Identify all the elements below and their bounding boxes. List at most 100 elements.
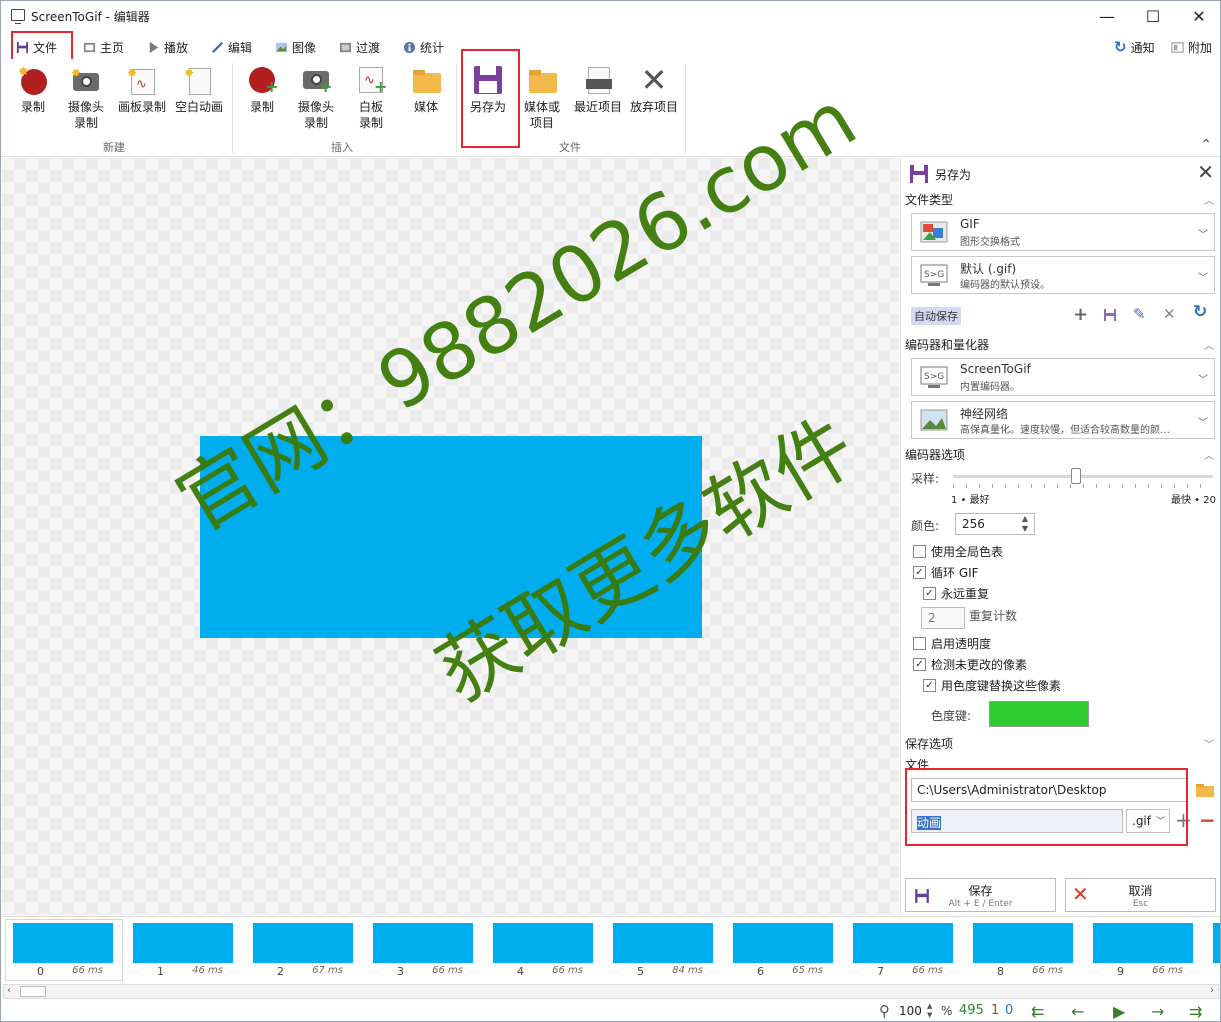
save-preset-icon[interactable] <box>1103 308 1117 322</box>
recent-projects-button[interactable]: 最近项目 <box>571 65 625 139</box>
notify-button[interactable]: ↻ 通知 <box>1114 35 1155 59</box>
frame-thumbnail[interactable]: 2 67 ms <box>253 923 353 978</box>
chroma-color-swatch[interactable] <box>989 701 1089 727</box>
global-palette-checkbox[interactable]: 使用全局色表 <box>913 543 1003 560</box>
scroll-left-icon[interactable]: ‹ <box>7 985 11 996</box>
stepper-arrows-icon[interactable]: ▲ ▼ <box>1022 514 1028 534</box>
extras-button[interactable]: 附加 <box>1171 35 1212 59</box>
detect-unchanged-checkbox[interactable]: ✓ 检测未更改的像素 <box>913 656 1027 673</box>
close-button[interactable]: ✕ <box>1176 1 1220 31</box>
window-title: ScreenToGif - 编辑器 <box>31 10 150 24</box>
section-encoder-options: 编码器选项 <box>905 448 966 462</box>
minimize-button[interactable]: — <box>1084 1 1130 31</box>
frame-thumbnail[interactable]: 4 66 ms <box>493 923 593 978</box>
frame-image <box>733 923 833 963</box>
sampling-slider-thumb[interactable] <box>1071 468 1081 484</box>
sampling-slider-track[interactable] <box>953 475 1213 478</box>
frame-strip: 0 66 ms 1 46 ms 2 67 ms 3 66 ms 4 66 ms 5 84 m… <box>1 916 1220 982</box>
quantizer-sub: 高保真量化。速度较慢，但适合较高数量的颜… <box>960 425 1170 436</box>
frame-image <box>253 923 353 963</box>
chevron-up-icon[interactable]: ︿ <box>1204 337 1214 352</box>
total-frames: 495 <box>959 1003 984 1018</box>
tab-home[interactable]: 主页 <box>83 35 124 59</box>
discard-project-button[interactable]: ✕ 放弃项目 <box>627 64 681 139</box>
tab-edit[interactable]: 编辑 <box>211 35 252 59</box>
checkbox-checked: ✓ <box>913 566 926 579</box>
new-webcam-button[interactable]: ✸ 摄像头 录制 <box>63 65 109 139</box>
new-webcam-label-2: 录制 <box>73 116 98 130</box>
frame-thumbnail[interactable]: 6 65 ms <box>733 923 833 978</box>
collapse-ribbon-icon[interactable]: ⌃ <box>1200 137 1212 153</box>
decrease-number-icon[interactable]: − <box>1199 808 1216 832</box>
tab-stats[interactable]: 统计 <box>403 35 444 59</box>
quantizer-select[interactable]: 神经网络 高保真量化。速度较慢，但适合较高数量的颜… ﹀ <box>911 401 1215 439</box>
open-media-button[interactable]: 媒体或 项目 <box>520 65 564 139</box>
frame-image <box>973 923 1073 963</box>
previous-frame-icon[interactable]: ← <box>1071 1002 1084 1021</box>
frame-thumbnail[interactable]: 7 66 ms <box>853 923 953 978</box>
insert-record-button[interactable]: + 录制 <box>244 65 280 139</box>
checkbox-checked: ✓ <box>923 679 936 692</box>
new-board-button[interactable]: ∿ ✸ 画板录制 <box>115 65 169 139</box>
status-bar: ⚲ 100 ▲ ▼ % 495 1 0 ⇇ ← ▶ → ⇉ <box>1 1001 1220 1021</box>
new-blank-button[interactable]: ✸ 空白动画 <box>171 65 227 139</box>
tab-home-label: 主页 <box>100 40 125 55</box>
svg-text:S>G: S>G <box>924 270 944 280</box>
repeat-count-input[interactable]: 2 <box>921 607 965 629</box>
folder-icon[interactable] <box>1195 782 1215 798</box>
new-record-button[interactable]: ✸ 录制 <box>15 65 51 139</box>
chevron-up-icon[interactable]: ︿ <box>1204 192 1214 207</box>
tab-transitions[interactable]: 过渡 <box>339 35 380 59</box>
maximize-button[interactable]: ☐ <box>1130 1 1176 31</box>
last-frame-icon[interactable]: ⇉ <box>1189 1002 1202 1021</box>
play-icon[interactable]: ▶ <box>1113 1002 1125 1021</box>
svg-text:S>G: S>G <box>924 372 944 382</box>
horizontal-scrollbar[interactable]: ‹ › <box>3 984 1219 999</box>
chroma-key-checkbox[interactable]: ✓ 用色度键替换这些像素 <box>923 677 1061 694</box>
reset-preset-icon[interactable]: ↻ <box>1193 302 1207 322</box>
frame-image <box>133 923 233 963</box>
close-panel-icon[interactable]: ✕ <box>1197 160 1214 184</box>
insert-media-button[interactable]: 媒体 <box>406 65 446 139</box>
zoom-value[interactable]: 100 <box>899 1004 922 1018</box>
chevron-up-icon[interactable]: ︿ <box>1204 447 1214 462</box>
save-button[interactable]: 保存 Alt + E / Enter <box>905 878 1056 912</box>
repeat-forever-checkbox[interactable]: ✓ 永远重复 <box>923 585 989 602</box>
frame-thumbnail[interactable]: 8 66 ms <box>973 923 1073 978</box>
scrollbar-thumb[interactable] <box>20 986 46 997</box>
repeat-forever-label: 永远重复 <box>941 587 990 601</box>
frame-delay: 66 ms <box>1032 965 1063 976</box>
app-window: { "title":"ScreenToGif - 编辑器", "menu":{"… <box>0 0 1221 1022</box>
frame-thumbnail[interactable]: 1 46 ms <box>133 923 233 978</box>
zoom-stepper-icon[interactable]: ▲ ▼ <box>927 1002 932 1020</box>
chevron-down-icon: ﹀ <box>1198 230 1208 241</box>
frame-thumbnail[interactable]: 0 66 ms <box>13 923 113 978</box>
transparency-checkbox[interactable]: 启用透明度 <box>913 635 991 652</box>
tab-image[interactable]: 图像 <box>275 35 316 59</box>
colors-stepper[interactable]: 256 ▲ ▼ <box>955 513 1035 535</box>
autosave-badge[interactable]: 自动保存 <box>911 307 961 325</box>
cancel-button[interactable]: ✕ 取消 Esc <box>1065 878 1216 912</box>
frame-thumbnail[interactable]: 9 66 ms <box>1093 923 1193 978</box>
sampling-max-label: 最快 • 20 <box>1171 495 1216 506</box>
first-frame-icon[interactable]: ⇇ <box>1031 1002 1044 1021</box>
next-frame-icon[interactable]: → <box>1151 1002 1164 1021</box>
chevron-down-icon[interactable]: ﹀ <box>1204 736 1214 751</box>
frame-image <box>493 923 593 963</box>
preset-select[interactable]: S>G 默认 (.gif) 编码器的默认预设。 ﹀ <box>911 256 1215 294</box>
encoder-select[interactable]: S>G ScreenToGif 内置编码器。 ﹀ <box>911 358 1215 396</box>
highlight-save-as <box>461 49 520 148</box>
sampling-label: 采样: <box>911 472 940 486</box>
insert-whiteboard-button[interactable]: ∿ + 白板 录制 <box>351 65 391 139</box>
remove-preset-icon[interactable]: ✕ <box>1163 305 1176 323</box>
frame-thumbnail[interactable]: 5 84 ms <box>613 923 713 978</box>
edit-preset-icon[interactable]: ✎ <box>1133 305 1146 323</box>
tab-play[interactable]: 播放 <box>147 35 188 59</box>
frame-thumbnail[interactable]: 3 66 ms <box>373 923 473 978</box>
file-type-select[interactable]: GIF 图形交换格式 ﹀ <box>911 213 1215 251</box>
loop-gif-checkbox[interactable]: ✓ 循环 GIF <box>913 564 979 581</box>
insert-webcam-button[interactable]: + 摄像头 录制 <box>293 65 339 139</box>
scroll-right-icon[interactable]: › <box>1210 985 1214 996</box>
detect-unchanged-label: 检测未更改的像素 <box>931 658 1028 672</box>
add-preset-icon[interactable]: + <box>1073 304 1088 325</box>
